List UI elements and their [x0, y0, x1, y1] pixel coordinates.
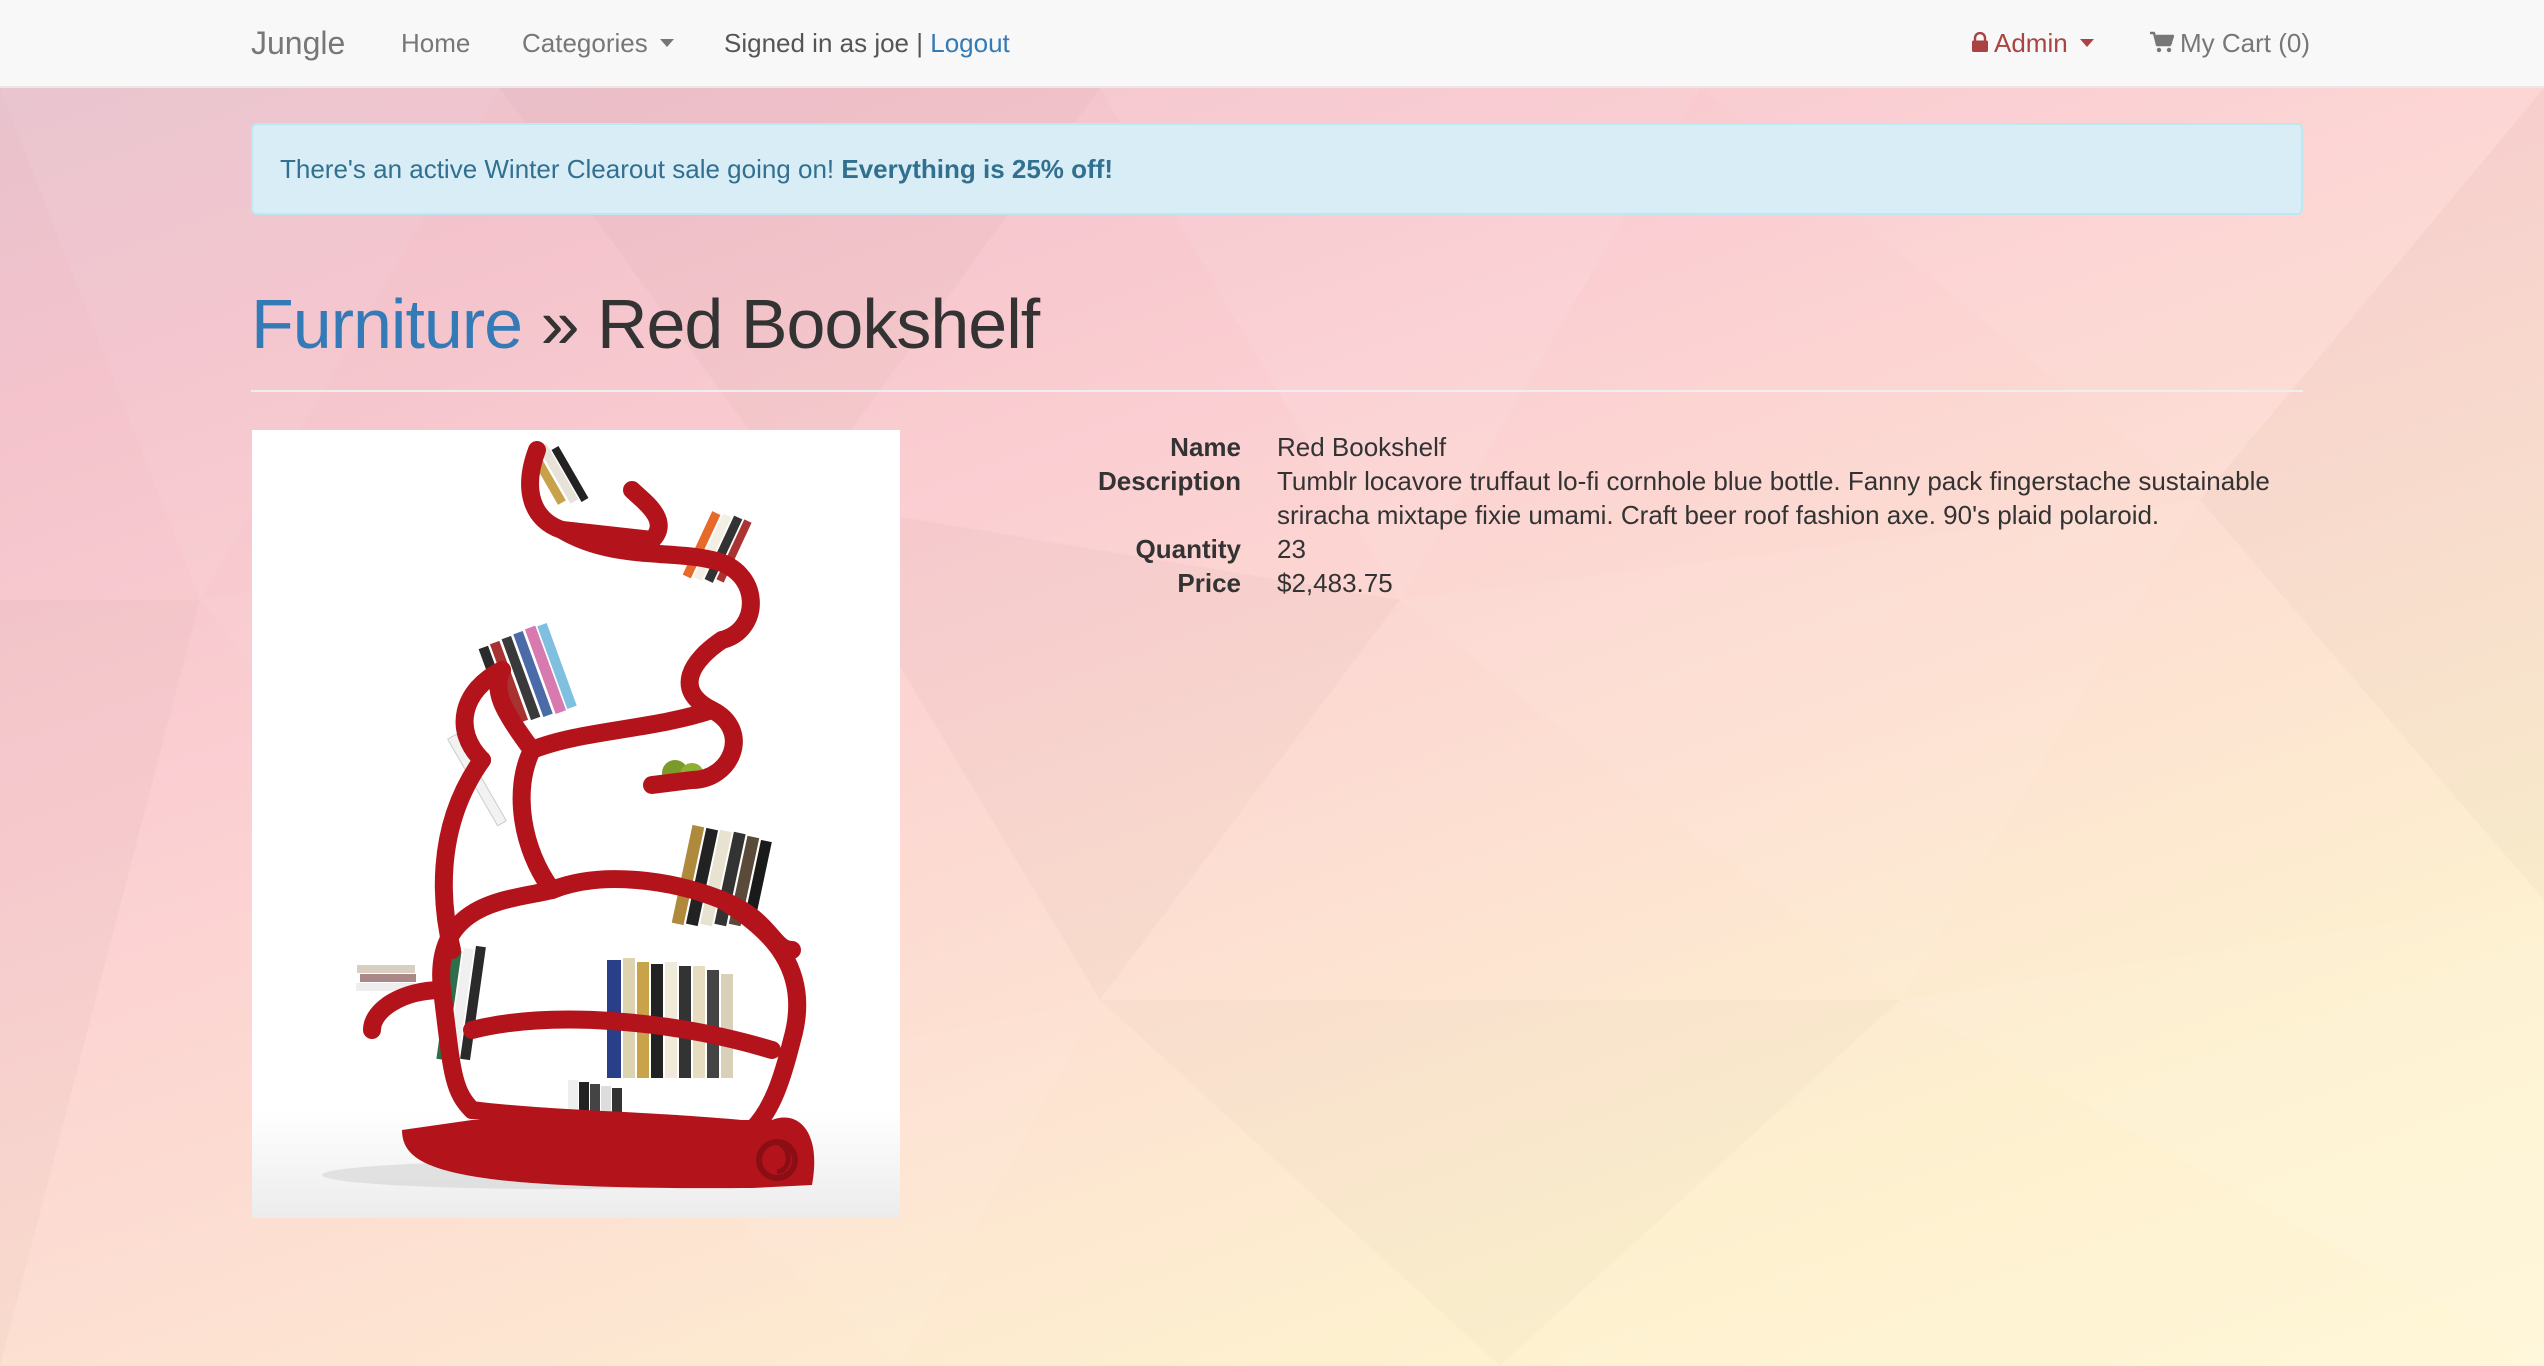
red-bookshelf-illustration [252, 441, 900, 1218]
sale-alert: There's an active Winter Clearout sale g… [251, 123, 2303, 215]
signed-in-text: Signed in as joe | [724, 28, 923, 58]
detail-label: Price [1177, 568, 1241, 598]
product-details: Name Red Bookshelf Description Tumblr lo… [1000, 430, 2303, 600]
detail-label: Description [1097, 466, 1241, 496]
sale-alert-highlight: Everything is 25% off! [841, 154, 1113, 184]
lock-icon [1972, 32, 1988, 53]
detail-value: 23 [1277, 534, 1306, 564]
brand-link[interactable]: Jungle [251, 0, 345, 88]
admin-label: Admin [1994, 28, 2068, 58]
detail-row-quantity: Quantity 23 [1000, 532, 2303, 566]
detail-label: Name [1170, 432, 1241, 462]
caret-down-icon [2079, 39, 2094, 48]
top-navbar: Jungle Home Categories Signed in as joe … [0, 0, 2544, 88]
product-title: Red Bookshelf [596, 285, 1040, 363]
product-image [252, 430, 900, 1218]
category-breadcrumb-link[interactable]: Furniture [251, 285, 523, 363]
nav-home-link[interactable]: Home [401, 0, 470, 88]
caret-down-icon [659, 39, 674, 48]
detail-value: Tumblr locavore truffaut lo-fi cornhole … [1277, 466, 2270, 530]
page-title: Furniture » Red Bookshelf [251, 280, 2303, 392]
detail-row-name: Name Red Bookshelf [1000, 430, 2303, 464]
cart-label: My Cart (0) [2180, 28, 2310, 58]
detail-label: Quantity [1135, 534, 1241, 564]
admin-dropdown[interactable]: Admin [1972, 0, 2094, 88]
detail-row-price: Price $2,483.75 [1000, 566, 2303, 600]
signed-in-status: Signed in as joe | Logout [724, 0, 1010, 88]
breadcrumb-separator: » [540, 285, 580, 363]
categories-dropdown[interactable]: Categories [522, 0, 674, 88]
detail-value: $2,483.75 [1277, 568, 1393, 598]
cart-link[interactable]: My Cart (0) [2150, 0, 2310, 88]
detail-row-description: Description Tumblr locavore truffaut lo-… [1000, 464, 2303, 532]
categories-label: Categories [522, 28, 648, 58]
logout-link[interactable]: Logout [930, 28, 1010, 58]
detail-value: Red Bookshelf [1277, 432, 1447, 462]
shopping-cart-icon [2150, 31, 2174, 53]
sale-alert-text: There's an active Winter Clearout sale g… [280, 154, 835, 184]
